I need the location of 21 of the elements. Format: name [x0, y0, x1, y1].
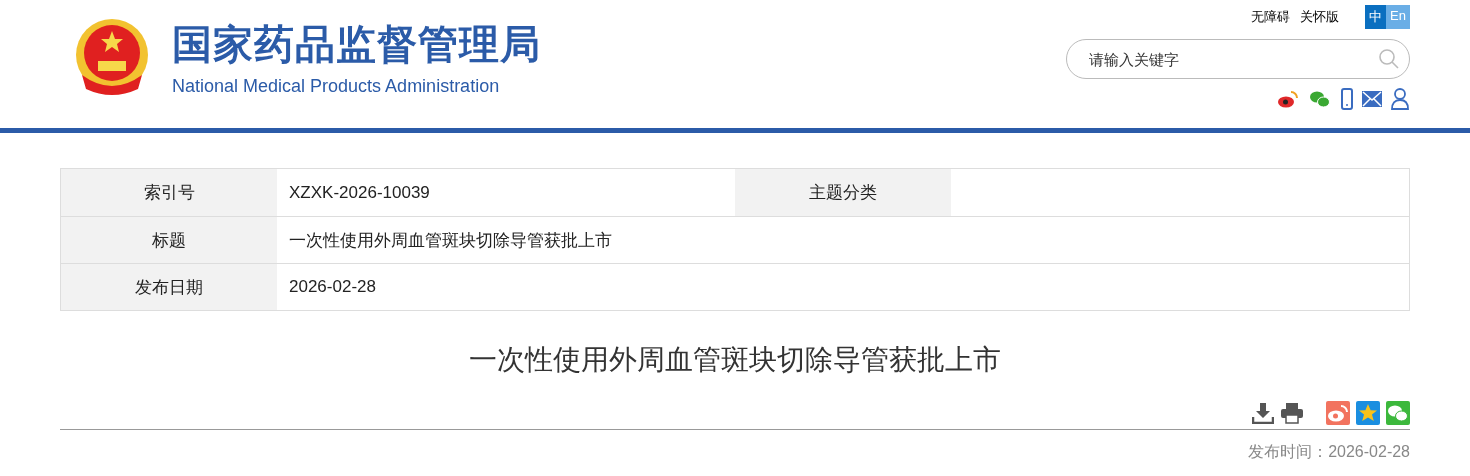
download-icon[interactable]	[1252, 402, 1274, 424]
label-cell: 索引号	[61, 169, 277, 216]
label-cell: 标题	[61, 216, 277, 263]
user-icon[interactable]	[1390, 88, 1410, 110]
site-subtitle: National Medical Products Administration	[172, 76, 501, 97]
value-cell-text: XZXK-2026-10039	[288, 181, 431, 204]
value-cell: 2026-02-28	[277, 263, 1409, 310]
site-title: 国家药品监督管理局	[172, 21, 541, 68]
print-icon[interactable]	[1280, 402, 1304, 424]
search-field[interactable]: 请输入关键字	[1066, 39, 1410, 79]
top-link[interactable]: 无障碍	[1251, 8, 1291, 26]
top-link[interactable]: 关怀版	[1300, 8, 1340, 26]
language-tab[interactable]: 中	[1365, 5, 1387, 29]
label-cell: 发布日期	[61, 263, 277, 310]
mail-icon[interactable]	[1362, 91, 1382, 107]
label-cell: 主题分类	[735, 169, 951, 216]
wechat-icon[interactable]	[1386, 401, 1410, 425]
value-cell: 一次性使用外周血管斑块切除导管获批上市	[277, 216, 1409, 263]
article-title: 一次性使用外周血管斑块切除导管获批上市	[468, 343, 1002, 377]
phone-icon[interactable]	[1340, 88, 1354, 110]
publish-date: 发布时间：2026-02-28	[1247, 442, 1410, 462]
